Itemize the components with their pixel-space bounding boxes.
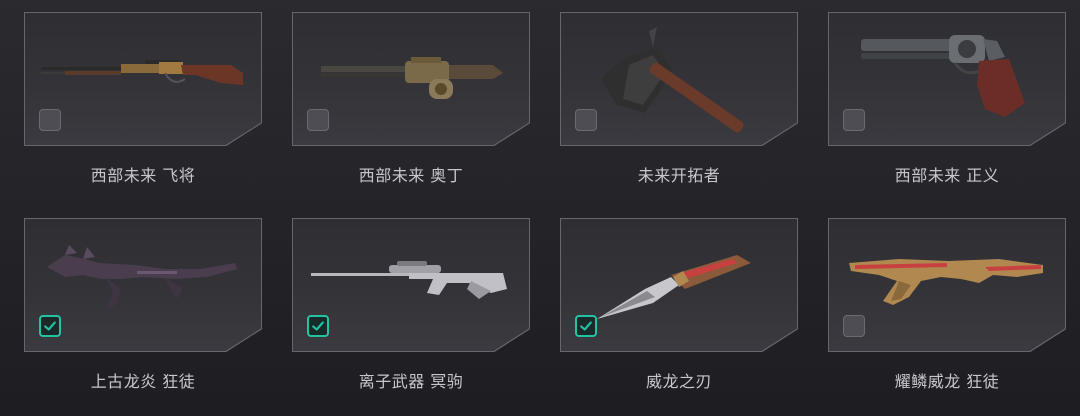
skin-item-4[interactable]: 上古龙炎 狂徒	[24, 218, 262, 408]
skin-item-7[interactable]: 耀鳞威龙 狂徒	[828, 218, 1066, 408]
skin-item-0[interactable]: 西部未来 飞将	[24, 12, 262, 202]
skin-name: 西部未来 奥丁	[358, 166, 464, 185]
skin-card[interactable]	[292, 218, 530, 352]
skin-name: 西部未来 正义	[894, 166, 1000, 185]
skin-card[interactable]	[560, 12, 798, 146]
skin-item-3[interactable]: 西部未来 正义	[828, 12, 1066, 202]
select-checkbox-checked[interactable]	[575, 315, 597, 337]
skin-item-2[interactable]: 未来开拓者	[560, 12, 798, 202]
skin-name: 上古龙炎 狂徒	[90, 372, 196, 391]
skin-card[interactable]	[24, 218, 262, 352]
skin-name: 离子武器 冥驹	[358, 372, 464, 391]
select-checkbox-checked[interactable]	[39, 315, 61, 337]
select-checkbox[interactable]	[575, 109, 597, 131]
skin-item-6[interactable]: 威龙之刃	[560, 218, 798, 408]
skin-card[interactable]	[560, 218, 798, 352]
check-icon	[312, 321, 324, 331]
skin-card[interactable]	[828, 218, 1066, 352]
skin-card[interactable]	[828, 12, 1066, 146]
skin-name: 耀鳞威龙 狂徒	[894, 372, 1000, 391]
skin-name: 未来开拓者	[637, 166, 721, 185]
skin-item-5[interactable]: 离子武器 冥驹	[292, 218, 530, 408]
select-checkbox[interactable]	[843, 109, 865, 131]
check-icon	[580, 321, 592, 331]
check-icon	[44, 321, 56, 331]
select-checkbox[interactable]	[307, 109, 329, 131]
skin-name: 威龙之刃	[645, 372, 712, 391]
select-checkbox[interactable]	[39, 109, 61, 131]
skin-item-1[interactable]: 西部未来 奥丁	[292, 12, 530, 202]
skin-card[interactable]	[292, 12, 530, 146]
skin-name: 西部未来 飞将	[90, 166, 196, 185]
select-checkbox[interactable]	[843, 315, 865, 337]
select-checkbox-checked[interactable]	[307, 315, 329, 337]
skin-card[interactable]	[24, 12, 262, 146]
skin-grid: 西部未来 飞将 西部未来 奥丁 未来开拓者 西部未来 正义 上古龙炎 狂徒 离子…	[24, 12, 1066, 412]
